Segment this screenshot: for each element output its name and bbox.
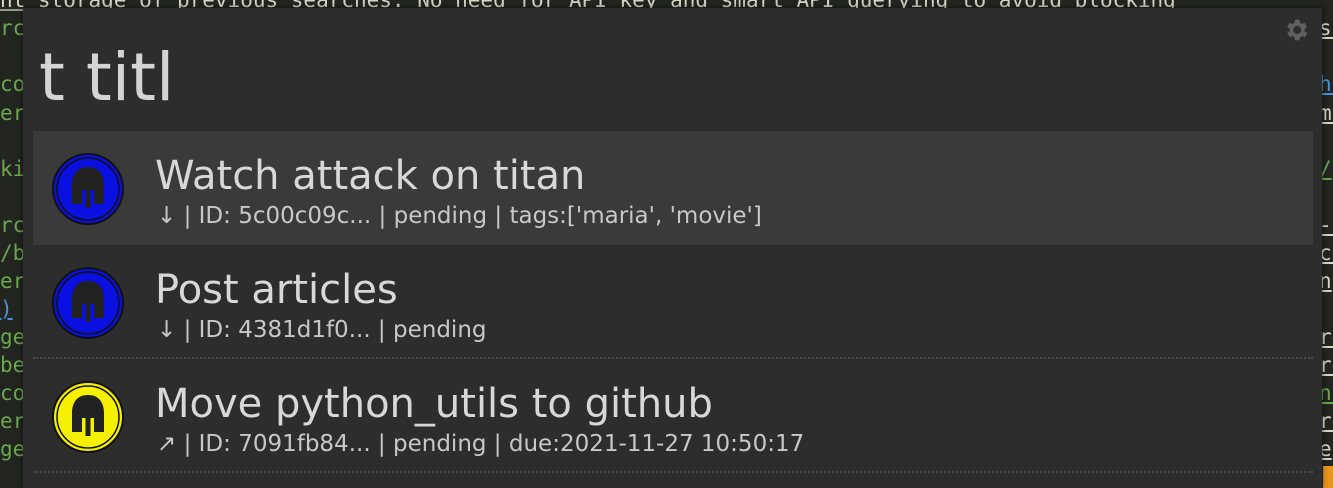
editor-code-fragment: er bbox=[0, 101, 26, 125]
editor-code-fragment: rc bbox=[0, 16, 26, 40]
search-input[interactable] bbox=[39, 26, 1259, 130]
editor-code-fragment: ) bbox=[0, 297, 13, 321]
editor-code-fragment: co bbox=[0, 72, 26, 96]
result-title: Watch attack on titan bbox=[155, 153, 586, 199]
result-subtitle: ↗ | ID: 7091fb84... | pending | due:2021… bbox=[157, 431, 805, 457]
spartan-helmet-icon bbox=[52, 153, 124, 225]
editor-code-fragment: rc bbox=[0, 213, 26, 237]
editor-code-fragment: co bbox=[0, 381, 26, 405]
result-item[interactable]: Move python_utils to github ↗ | ID: 7091… bbox=[33, 359, 1313, 473]
editor-code-fragment: er bbox=[0, 409, 26, 433]
result-subtitle: ↓ | ID: 5c00c09c... | pending | tags:['m… bbox=[157, 203, 762, 229]
launcher-window: Watch attack on titan ↓ | ID: 5c00c09c..… bbox=[23, 8, 1322, 488]
editor-code-fragment: ge bbox=[0, 437, 26, 461]
spartan-helmet-icon bbox=[52, 267, 124, 339]
spartan-helmet-icon bbox=[52, 381, 124, 453]
result-item[interactable]: Watch attack on titan ↓ | ID: 5c00c09c..… bbox=[33, 131, 1313, 245]
editor-code-fragment: ki bbox=[0, 157, 26, 181]
editor-code-fragment: ge bbox=[0, 325, 26, 349]
results-list: Watch attack on titan ↓ | ID: 5c00c09c..… bbox=[33, 131, 1313, 473]
editor-code-fragment: /b bbox=[0, 241, 26, 265]
editor-code-fragment: be bbox=[0, 353, 26, 377]
result-title: Post articles bbox=[155, 267, 398, 313]
result-item[interactable]: Post articles ↓ | ID: 4381d1f0... | pend… bbox=[33, 245, 1313, 359]
result-title: Move python_utils to github bbox=[155, 381, 713, 427]
gear-icon[interactable] bbox=[1282, 16, 1310, 44]
editor-scroll-marker bbox=[1323, 466, 1333, 488]
editor-code-fragment: er bbox=[0, 269, 26, 293]
result-subtitle: ↓ | ID: 4381d1f0... | pending bbox=[157, 317, 487, 343]
